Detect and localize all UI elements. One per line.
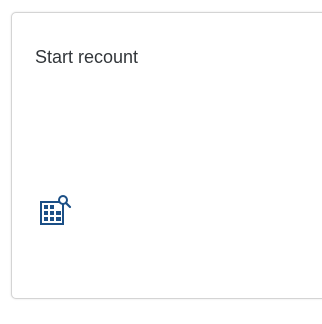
tile-title: Start recount	[35, 47, 139, 67]
inventory-search-icon	[40, 194, 74, 228]
